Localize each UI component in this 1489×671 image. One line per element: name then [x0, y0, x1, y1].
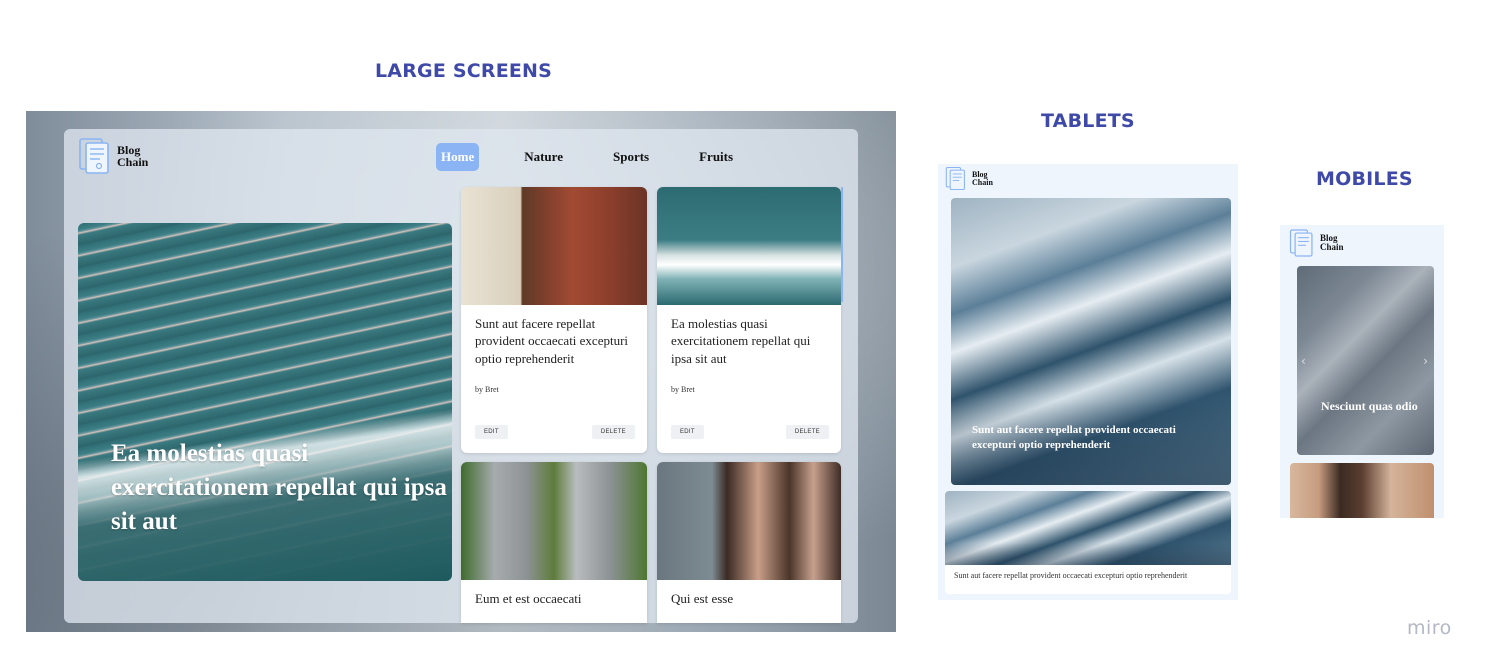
post-author: by Bret [475, 384, 499, 394]
post-card[interactable]: Ea molestias quasi exercitationem repell… [657, 187, 841, 453]
delete-button[interactable]: DELETE [785, 425, 829, 439]
nav-fruits[interactable]: Fruits [694, 143, 738, 171]
large-screen-mockup: Blog Chain Home Nature Sports Fruits Ea … [26, 111, 896, 632]
post-card[interactable]: Qui est esse [657, 462, 841, 623]
chevron-left-icon[interactable]: ‹ [1301, 354, 1306, 368]
hero-post[interactable]: Sunt aut facere repellat provident occae… [951, 198, 1231, 485]
logo-line-2: Chain [972, 177, 993, 187]
post-image [657, 462, 841, 580]
post-title: Ea molestias quasi exercitationem repell… [671, 316, 811, 366]
blog-document-icon [79, 138, 109, 174]
post-card[interactable]: Eum et est occaecati [461, 462, 647, 623]
post-author: by Bret [671, 384, 695, 394]
post-title: Sunt aut facere repellat provident occae… [475, 316, 629, 366]
logo[interactable]: Blog Chain [945, 166, 993, 191]
main-nav: Home Nature Sports Fruits [436, 143, 778, 171]
post-card[interactable]: Sunt aut facere repellat provident occae… [461, 187, 647, 453]
hero-post[interactable]: Ea molestias quasi exercitationem repell… [78, 223, 452, 581]
mobile-mockup: Blog Chain ‹ › Nesciunt quas odio [1280, 225, 1444, 518]
post-card[interactable]: Sunt aut facere repellat provident occae… [945, 491, 1231, 594]
logo[interactable]: Blog Chain [78, 137, 148, 175]
edit-button[interactable]: EDIT [671, 425, 704, 439]
nav-home[interactable]: Home [436, 143, 480, 171]
post-card[interactable] [1290, 463, 1434, 518]
edit-button[interactable]: EDIT [475, 425, 508, 439]
blog-document-icon [945, 166, 965, 191]
hero-title: Ea molestias quasi exercitationem repell… [111, 440, 447, 535]
logo-line-2: Chain [117, 155, 149, 169]
delete-button[interactable]: DELETE [591, 425, 635, 439]
logo[interactable]: Blog Chain [1289, 228, 1344, 258]
post-image [657, 187, 841, 305]
post-title: Eum et est occaecati [475, 591, 582, 606]
tablet-mockup: Blog Chain Sunt aut facere repellat prov… [938, 164, 1238, 600]
nav-sports[interactable]: Sports [608, 143, 654, 171]
blog-document-icon [1289, 229, 1313, 257]
hero-carousel[interactable]: ‹ › Nesciunt quas odio [1297, 266, 1434, 455]
post-image [461, 462, 647, 580]
chevron-right-icon[interactable]: › [1423, 354, 1428, 368]
large-screens-heading: LARGE SCREENS [375, 60, 553, 82]
miro-watermark: miro [1407, 617, 1452, 639]
post-image [945, 491, 1231, 565]
hero-title: Sunt aut facere repellat provident occae… [972, 424, 1176, 451]
mobiles-heading: MOBILES [1316, 168, 1413, 190]
nav-nature[interactable]: Nature [519, 143, 568, 171]
large-app-panel: Blog Chain Home Nature Sports Fruits Ea … [64, 129, 858, 623]
tablets-heading: TABLETS [1041, 110, 1135, 132]
post-title: Qui est esse [671, 591, 734, 606]
post-title: Sunt aut facere repellat provident occae… [954, 571, 1188, 580]
post-image [461, 187, 647, 305]
hero-title: Nesciunt quas odio [1321, 399, 1418, 413]
scrollbar-thumb[interactable] [841, 187, 843, 302]
logo-line-2: Chain [1320, 242, 1344, 252]
